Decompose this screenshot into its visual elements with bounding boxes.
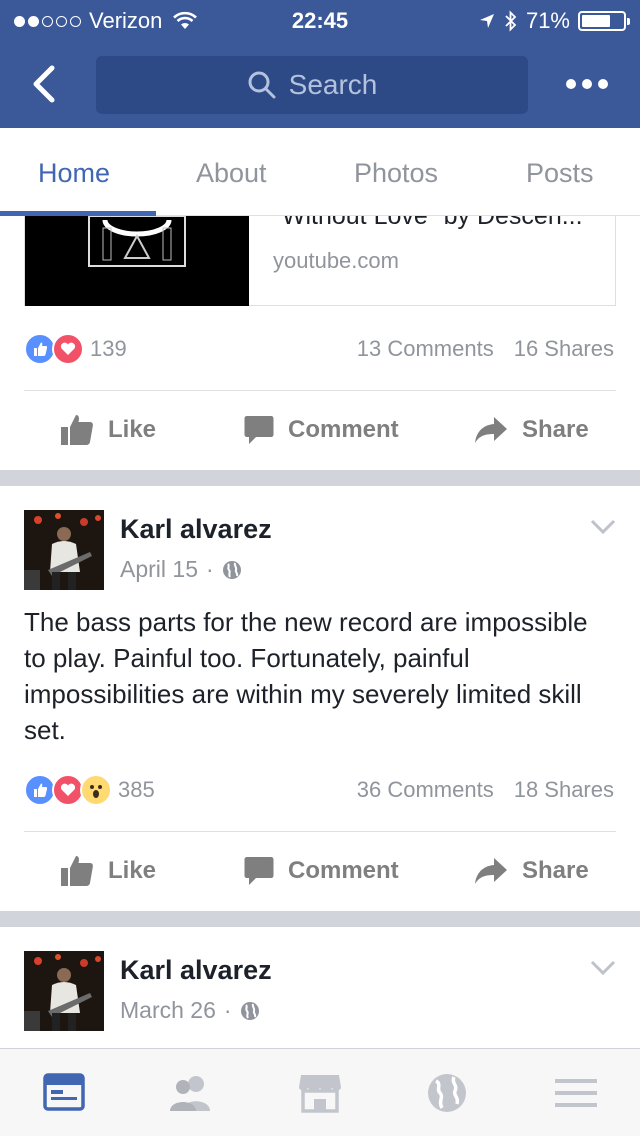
public-globe-icon [240,1001,259,1020]
reaction-count: 385 [118,777,155,802]
post-header: Karl alvarez April 15 · [24,510,616,594]
engagement-counts: 13 Comments 16 Shares [357,336,614,362]
reaction-summary[interactable]: 385 [24,773,155,807]
marketplace-icon[interactable] [297,1071,343,1115]
thumbs-up-icon [61,415,93,445]
search-placeholder: Search [288,69,378,100]
location-arrow-icon [479,14,494,28]
tab-photos[interactable]: Photos [354,158,438,189]
wow-reaction-icon [80,774,112,806]
tab-about[interactable]: About [196,158,267,189]
menu-icon[interactable] [553,1071,599,1115]
feed: "Without Love" by Descen... youtube.com … [0,216,640,1048]
post-date[interactable]: March 26 [120,997,216,1024]
post-meta: April 15 · [120,556,242,583]
share-arrow-icon [475,858,507,884]
page-tabs: Home About Photos Posts [0,128,640,216]
status-bar: Verizon 22:45 71% [0,0,640,40]
comment-button[interactable]: Comment [244,400,399,460]
top-bar: Verizon 22:45 71% Search [0,0,640,128]
comment-button[interactable]: Comment [244,841,399,901]
avatar[interactable] [24,951,104,1031]
post-text: The bass parts for the new record are im… [24,607,588,745]
chevron-down-icon[interactable] [590,959,616,977]
divider [24,390,616,391]
comment-label: Comment [288,857,399,884]
post-header: Karl alvarez March 26 · [24,951,616,1035]
thumbs-up-icon [61,856,93,886]
share-button[interactable]: Share [474,841,589,901]
meta-separator: · [223,997,232,1023]
more-options-icon[interactable] [566,74,610,94]
post-author[interactable]: Karl alvarez [120,955,272,986]
post-separator [0,470,640,486]
reaction-summary[interactable]: 139 [24,332,127,366]
post-actions: Like Comment Share [0,841,640,901]
battery-percent: 71% [525,8,570,33]
engagement-counts: 36 Comments 18 Shares [357,777,614,803]
meta-separator: · [205,556,214,582]
back-arrow-icon[interactable] [26,62,66,106]
comments-count[interactable]: 36 Comments [357,777,494,803]
link-preview-card[interactable]: "Without Love" by Descen... youtube.com [24,216,616,306]
link-domain: youtube.com [273,248,399,273]
bottom-tab-bar [0,1048,640,1136]
love-reaction-icon [52,333,84,365]
search-icon [248,71,276,99]
share-button[interactable]: Share [474,400,589,460]
share-label: Share [522,857,589,884]
comment-bubble-icon [244,857,274,885]
like-label: Like [108,416,157,443]
share-label: Share [522,416,589,443]
comments-count[interactable]: 13 Comments [357,336,494,362]
like-label: Like [108,857,157,884]
comment-label: Comment [288,416,399,443]
battery-icon [578,11,630,31]
post-separator [0,911,640,927]
link-title[interactable]: "Without Love" by Descen... [273,216,583,231]
share-arrow-icon [475,417,507,443]
tab-home[interactable]: Home [38,158,110,189]
comment-bubble-icon [244,416,274,444]
news-feed-icon[interactable] [41,1071,87,1115]
post-date[interactable]: April 15 [120,556,198,583]
like-button[interactable]: Like [60,400,156,460]
friends-icon[interactable] [168,1071,214,1115]
tab-posts[interactable]: Posts [526,158,594,189]
post-meta: March 26 · [120,997,260,1024]
avatar[interactable] [24,510,104,590]
search-input[interactable]: Search [96,56,528,114]
like-button[interactable]: Like [60,841,156,901]
globe-icon[interactable] [424,1071,470,1115]
public-globe-icon [222,560,241,579]
chevron-down-icon[interactable] [590,518,616,536]
post-actions: Like Comment Share [0,400,640,460]
bluetooth-icon [505,10,517,32]
divider [24,831,616,832]
post-author[interactable]: Karl alvarez [120,514,272,545]
shares-count[interactable]: 16 Shares [514,336,614,362]
video-thumbnail[interactable] [25,216,249,306]
shares-count[interactable]: 18 Shares [514,777,614,803]
reaction-count: 139 [90,336,127,361]
